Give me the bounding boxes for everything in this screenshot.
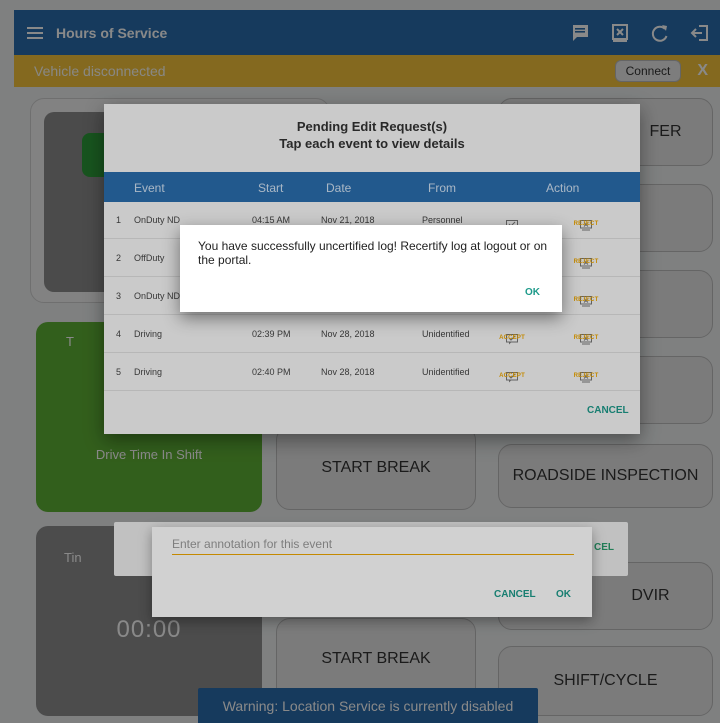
success-ok-button[interactable]: OK <box>525 287 540 298</box>
success-scrim <box>0 0 720 723</box>
hos-screen: Hours of Service Vehicle disconnected Co… <box>0 0 720 723</box>
success-dialog: You have successfully uncertified log! R… <box>180 225 562 312</box>
success-message: You have successfully uncertified log! R… <box>198 239 548 267</box>
